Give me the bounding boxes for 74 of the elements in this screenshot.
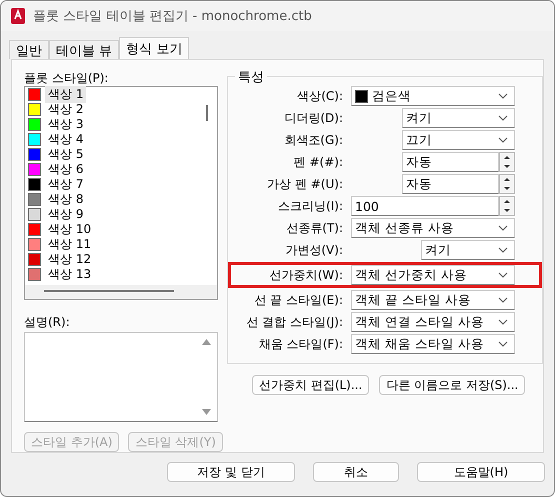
field-label: 회색조(G): [283, 132, 344, 148]
horizontal-scrollbar[interactable] [25, 285, 217, 300]
dropdown[interactable]: 객체 끝 스타일 사용 [351, 290, 515, 310]
dropdown[interactable]: 객체 선종류 사용 [351, 218, 515, 238]
field-label: 채움 스타일(F): [258, 336, 344, 352]
tab[interactable]: 형식 보기 [119, 37, 190, 59]
plot-styles-label: 플롯 스타일(P): [24, 70, 110, 84]
tab[interactable]: 일반 [9, 40, 49, 59]
field-label: 가변성(V): [284, 242, 344, 258]
field-label: 디더링(D): [283, 110, 344, 126]
field-label: 가상 펜 #(U): [266, 176, 344, 192]
spin-button[interactable] [499, 196, 515, 216]
list-item[interactable]: 색상 10 [45, 221, 94, 238]
field-label: 선가중치(W): [268, 266, 344, 284]
dialog-button[interactable]: 취소 [313, 462, 399, 482]
list-item[interactable]: 색상 1 [45, 86, 86, 103]
chevron-down-icon [498, 297, 508, 303]
dialog-button[interactable]: 다른 이름으로 저장(S)... [379, 375, 526, 395]
list-item[interactable]: 색상 5 [45, 146, 86, 163]
chevron-down-icon [498, 115, 508, 121]
chevron-down-icon [498, 319, 508, 325]
field-label: 색상(C): [296, 88, 344, 104]
chevron-down-icon [498, 93, 508, 99]
field-label: 스크리닝(I): [277, 198, 344, 214]
field-label: 펜 #(#): [292, 154, 344, 170]
plot-style-list[interactable]: 색상 1 색상 2 색상 3 색상 4 색상 5 색상 6 색상 7 색상 8 색상 9 색상 10 색상 11 색상 12 색상 13 [24, 86, 218, 300]
spin-down-icon [504, 165, 510, 168]
spin-up-icon [504, 178, 510, 181]
scroll-up-icon[interactable] [202, 339, 211, 346]
list-item[interactable]: 색상 8 [45, 191, 86, 208]
list-item[interactable]: 색상 4 [45, 131, 86, 148]
dialog-button[interactable]: 저장 및 닫기 [167, 462, 295, 482]
spin-button[interactable] [499, 152, 515, 172]
scrollbar-thumb[interactable] [206, 105, 208, 121]
list-item[interactable]: 색상 9 [45, 206, 86, 223]
dialog-button[interactable]: 도움말(H) [417, 462, 545, 482]
description-label: 설명(R): [24, 314, 71, 328]
dialog-button[interactable]: 선가중치 편집(L)... [252, 375, 370, 395]
list-item[interactable]: 색상 7 [45, 176, 86, 193]
group-title: 특성 [235, 68, 267, 86]
description-field[interactable] [24, 332, 218, 422]
chevron-down-icon [498, 247, 508, 253]
list-item[interactable]: 색상 13 [45, 266, 94, 283]
list-item[interactable]: 색상 2 [45, 101, 86, 118]
dropdown[interactable]: 끄기 [402, 130, 515, 150]
chevron-down-icon [498, 272, 508, 278]
scroll-down-icon[interactable] [202, 409, 211, 415]
field-label: 선 결합 스타일(J): [245, 314, 344, 330]
dropdown[interactable]: 검은색 [351, 86, 515, 106]
list-item[interactable]: 색상 12 [45, 251, 94, 268]
input-field[interactable]: 자동 [402, 174, 499, 194]
spin-down-icon [504, 187, 510, 190]
spin-up-icon [504, 200, 510, 203]
field-label: 선 끝 스타일(E): [253, 292, 344, 308]
tab[interactable]: 테이블 뷰 [49, 40, 120, 59]
dropdown[interactable]: 객체 연결 스타일 사용 [351, 312, 515, 332]
app-icon [11, 8, 25, 24]
spin-up-icon [504, 156, 510, 159]
spin-button[interactable] [499, 174, 515, 194]
chevron-down-icon [498, 225, 508, 231]
spin-down-icon [504, 209, 510, 212]
list-item[interactable]: 색상 6 [45, 161, 86, 178]
chevron-down-icon [498, 341, 508, 347]
list-item[interactable]: 색상 3 [45, 116, 86, 133]
chevron-down-icon [498, 137, 508, 143]
field-label: 선종류(T): [285, 220, 344, 236]
input-field[interactable]: 100 [351, 196, 499, 216]
list-item[interactable]: 색상 11 [45, 236, 94, 253]
dropdown[interactable]: 객체 채움 스타일 사용 [351, 334, 515, 354]
dropdown[interactable]: 켜기 [421, 240, 515, 260]
dropdown[interactable]: 켜기 [402, 108, 515, 128]
window-title: 플롯 스타일 테이블 편집기 - monochrome.ctb [33, 8, 312, 25]
dropdown[interactable]: 객체 선가중치 사용 [351, 265, 515, 285]
input-field[interactable]: 자동 [402, 152, 499, 172]
